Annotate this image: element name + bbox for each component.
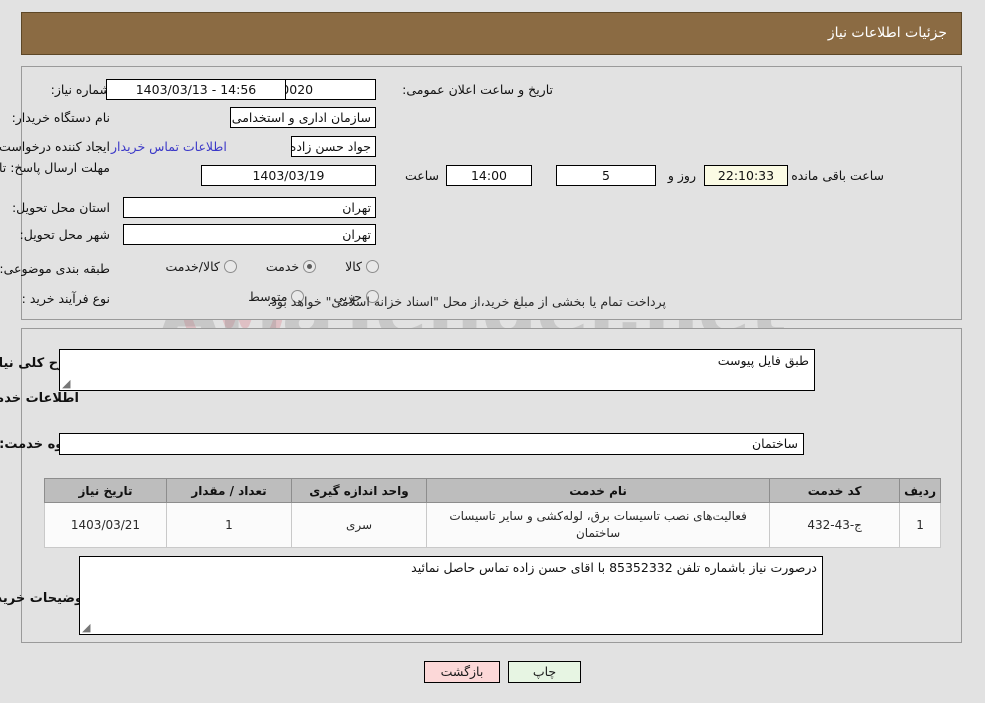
resize-grip-icon[interactable]: ◣ bbox=[83, 621, 93, 634]
table-row[interactable]: 1 ج-43-432 فعالیت‌های نصب تاسیسات برق، ل… bbox=[45, 502, 942, 548]
buyer-notes-label: توضیحات خریدار: bbox=[0, 591, 89, 606]
creator-field[interactable]: جواد حسن زاده کردآباد کاربرداز سازمان اد… bbox=[292, 136, 377, 157]
deadline-time-field[interactable]: 14:00 bbox=[447, 165, 533, 186]
description-value: طبق فایل پیوست bbox=[718, 353, 810, 368]
buyer-notes-value: درصورت نیاز باشماره تلفن 85352332 با اقا… bbox=[412, 560, 818, 575]
services-section-title: اطلاعات خدمات مورد نیاز bbox=[0, 391, 80, 406]
service-group-value: ساختمان bbox=[753, 436, 799, 451]
col-row: ردیف bbox=[900, 478, 942, 503]
deadline-label: مهلت ارسال پاسخ: تا تاریخ: bbox=[0, 160, 111, 175]
need-summary-panel bbox=[22, 66, 963, 320]
deadline-date-field[interactable]: 1403/03/19 bbox=[202, 165, 377, 186]
public-announce-label: تاریخ و ساعت اعلان عمومی: bbox=[403, 82, 554, 97]
category-option-1[interactable]: خدمت bbox=[257, 259, 318, 274]
category-radio-0[interactable] bbox=[367, 260, 380, 273]
col-code: کد خدمت bbox=[770, 478, 902, 503]
cell-unit: سری bbox=[292, 502, 428, 548]
description-textarea[interactable]: طبق فایل پیوست ◣ bbox=[60, 349, 816, 391]
need-number-label: شماره نیاز: bbox=[51, 82, 111, 97]
cell-name: فعالیت‌های نصب تاسیسات برق، لوله‌کشی و س… bbox=[426, 502, 772, 548]
col-name: نام خدمت bbox=[426, 478, 772, 503]
category-label-0: کالا bbox=[346, 259, 363, 274]
category-radio-1[interactable] bbox=[304, 260, 318, 273]
days-remaining-field[interactable]: 5 bbox=[557, 165, 657, 186]
table-header-row: ردیف کد خدمت نام خدمت واحد اندازه گیری ت… bbox=[45, 478, 942, 503]
days-label: روز و bbox=[668, 168, 697, 183]
province-field[interactable]: تهران bbox=[124, 197, 377, 218]
print-button[interactable]: چاپ bbox=[509, 661, 582, 683]
col-unit: واحد اندازه گیری bbox=[292, 478, 428, 503]
col-date: تاریخ نیاز bbox=[45, 478, 168, 503]
province-label: استان محل تحویل: bbox=[12, 200, 111, 215]
buyer-org-label: نام دستگاه خریدار: bbox=[12, 110, 111, 125]
window-title-bar: جزئیات اطلاعات نیاز bbox=[22, 12, 963, 55]
services-table: ردیف کد خدمت نام خدمت واحد اندازه گیری ت… bbox=[45, 478, 942, 548]
category-option-2[interactable]: کالا/خدمت bbox=[156, 259, 238, 274]
buyer-org-field[interactable]: سازمان اداری و استخدامی کشور bbox=[231, 107, 377, 128]
city-label: شهر محل تحویل: bbox=[20, 227, 111, 242]
creator-label: ایجاد کننده درخواست: bbox=[0, 139, 111, 154]
payment-note: پرداخت تمام یا بخشی از مبلغ خرید،از محل … bbox=[268, 294, 667, 309]
category-option-0[interactable]: کالا bbox=[336, 259, 380, 274]
category-radio-group[interactable]: کالا خدمت کالا/خدمت bbox=[142, 259, 380, 274]
cell-date: 1403/03/21 bbox=[45, 502, 168, 548]
category-label-2: کالا/خدمت bbox=[166, 259, 221, 274]
countdown-suffix-label: ساعت باقی مانده bbox=[792, 168, 885, 183]
page-title: جزئیات اطلاعات نیاز bbox=[828, 25, 948, 41]
buyer-notes-textarea[interactable]: درصورت نیاز باشماره تلفن 85352332 با اقا… bbox=[80, 556, 824, 635]
category-label-1: خدمت bbox=[266, 259, 301, 274]
buyer-contact-link[interactable]: اطلاعات تماس خریدار bbox=[112, 139, 228, 154]
countdown-field: 22:10:33 bbox=[705, 165, 789, 186]
col-quantity: تعداد / مقدار bbox=[167, 478, 293, 503]
public-announce-field[interactable]: 14:56 - 1403/03/13 bbox=[107, 79, 287, 100]
process-type-label: نوع فرآیند خرید : bbox=[22, 291, 111, 306]
resize-grip-icon[interactable]: ◣ bbox=[63, 377, 73, 390]
back-button[interactable]: بازگشت bbox=[425, 661, 501, 683]
category-label: طبقه بندی موضوعی: bbox=[0, 261, 111, 276]
cell-quantity: 1 bbox=[167, 502, 293, 548]
cell-code: ج-43-432 bbox=[770, 502, 902, 548]
category-radio-2[interactable] bbox=[224, 260, 238, 273]
city-field[interactable]: تهران bbox=[124, 224, 377, 245]
cell-row: 1 bbox=[900, 502, 942, 548]
service-group-field[interactable]: ساختمان bbox=[60, 433, 805, 455]
deadline-hour-label: ساعت bbox=[405, 168, 440, 183]
page-root: AriaTender.net جزئیات اطلاعات نیاز شماره… bbox=[0, 0, 985, 703]
